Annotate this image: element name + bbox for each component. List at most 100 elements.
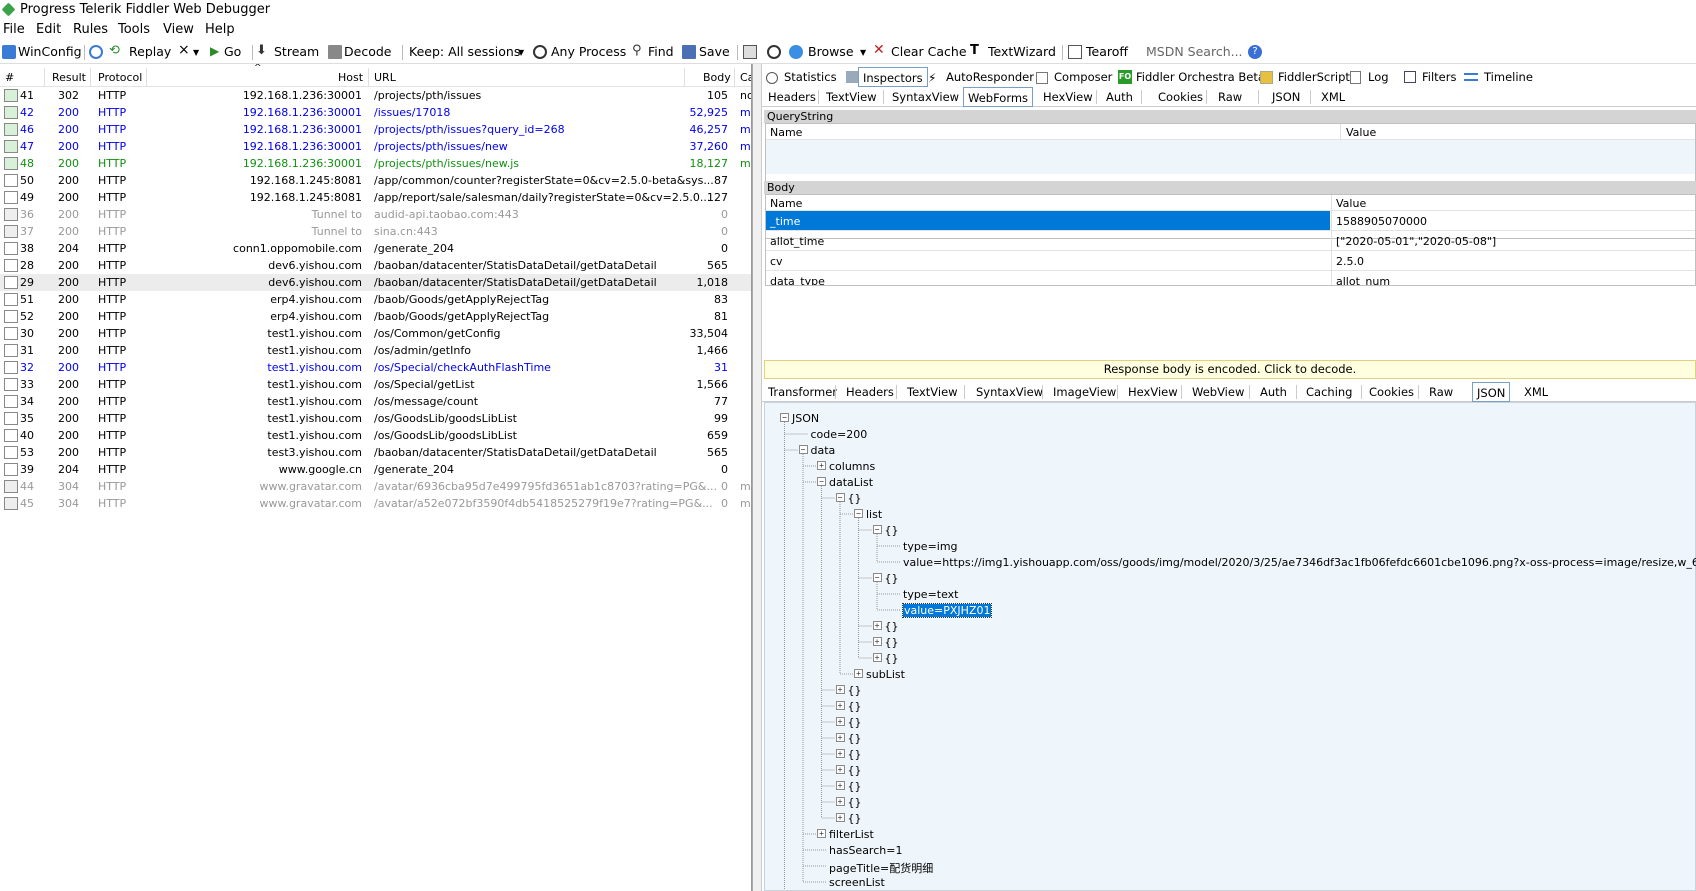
winconfig-button[interactable]: WinConfig	[18, 44, 82, 59]
tab-fiddlerscript[interactable]: FiddlerScript	[1274, 67, 1354, 87]
expand-icon[interactable]: +	[835, 685, 845, 694]
req-tab-textview[interactable]: TextView	[822, 87, 881, 107]
tree-node[interactable]: type=img	[903, 540, 958, 553]
tree-node[interactable]: {}	[848, 732, 862, 745]
msdn-search-input[interactable]: MSDN Search...	[1146, 44, 1243, 59]
session-row[interactable]: 51 200 HTTP erp4.yishou.com/baob/Goods/getA…	[0, 291, 751, 308]
resp-tab-hexview[interactable]: HexView	[1124, 382, 1182, 402]
tree-node[interactable]: {}	[848, 764, 862, 777]
tree-node[interactable]: columns	[829, 460, 875, 473]
resp-tab-auth[interactable]: Auth	[1256, 382, 1291, 402]
collapse-icon[interactable]: −	[872, 525, 882, 534]
session-row[interactable]: 46 200 HTTP 192.168.1.236:30001/projects/pt…	[0, 121, 751, 138]
splitter-handle[interactable]	[752, 64, 762, 891]
browse-button[interactable]: Browse	[808, 44, 854, 59]
session-row[interactable]: 31 200 HTTP test1.yishou.com/os/admin/getIn…	[0, 342, 751, 359]
expand-icon[interactable]: +	[872, 621, 882, 630]
resp-tab-imageview[interactable]: ImageView	[1049, 382, 1120, 402]
collapse-icon[interactable]: −	[854, 509, 863, 518]
save-button[interactable]: Save	[699, 44, 730, 59]
resp-tab-caching[interactable]: Caching	[1302, 382, 1356, 402]
req-tab-raw[interactable]: Raw	[1214, 87, 1246, 107]
tree-node[interactable]: dataList	[829, 476, 873, 489]
menu-edit[interactable]: Edit	[36, 22, 61, 37]
session-row[interactable]: 39 204 HTTP www.google.cn/generate_204 0	[0, 461, 751, 478]
session-row[interactable]: 40 200 HTTP test1.yishou.com/os/GoodsLib/go…	[0, 427, 751, 444]
collapse-icon[interactable]: −	[872, 573, 882, 582]
menu-view[interactable]: View	[163, 22, 194, 37]
expand-icon[interactable]: +	[835, 749, 845, 758]
tree-node[interactable]: pageTitle=配货明细	[829, 860, 933, 876]
collapse-icon[interactable]: −	[817, 477, 826, 486]
resp-tab-headers[interactable]: Headers	[842, 382, 898, 402]
expand-icon[interactable]: +	[817, 461, 826, 470]
tree-node[interactable]: {}	[848, 684, 862, 697]
resp-tab-textview[interactable]: TextView	[903, 382, 962, 402]
tree-node[interactable]: value=PXJHZ01	[901, 603, 993, 618]
session-row[interactable]: 47 200 HTTP 192.168.1.236:30001/projects/pt…	[0, 138, 751, 155]
tab-autoresponder[interactable]: AutoResponder	[942, 67, 1038, 87]
session-row[interactable]: 52 200 HTTP erp4.yishou.com/baob/Goods/getA…	[0, 308, 751, 325]
col-body[interactable]: Body	[703, 71, 731, 84]
resp-tab-webview[interactable]: WebView	[1188, 382, 1248, 402]
tab-statistics[interactable]: Statistics	[780, 67, 841, 87]
req-tab-json[interactable]: JSON	[1268, 87, 1304, 107]
req-tab-xml[interactable]: XML	[1317, 87, 1349, 107]
session-row[interactable]: 35 200 HTTP test1.yishou.com/os/GoodsLib/go…	[0, 410, 751, 427]
tree-node[interactable]: {}	[848, 748, 862, 761]
menu-help[interactable]: Help	[205, 22, 235, 37]
tree-node[interactable]: JSON	[792, 412, 819, 425]
resp-tab-transformer[interactable]: Transformer	[764, 382, 841, 402]
resp-tab-raw[interactable]: Raw	[1425, 382, 1457, 402]
comment-icon[interactable]	[89, 45, 103, 59]
col-number[interactable]: #	[5, 71, 14, 84]
tree-node[interactable]: {}	[885, 636, 899, 649]
col-url[interactable]: URL	[374, 71, 396, 84]
resp-tab-json[interactable]: JSON	[1472, 382, 1511, 402]
collapse-icon[interactable]: −	[780, 413, 789, 422]
tree-node[interactable]: {}	[848, 812, 862, 825]
session-row[interactable]: 49 200 HTTP 192.168.1.245:8081/app/report/s…	[0, 189, 751, 206]
req-tab-auth[interactable]: Auth	[1102, 87, 1137, 107]
tab-filters[interactable]: Filters	[1418, 67, 1460, 87]
textwizard-button[interactable]: TextWizard	[988, 44, 1056, 59]
screenshot-icon[interactable]	[743, 45, 757, 59]
any-process-button[interactable]: Any Process	[551, 44, 626, 59]
expand-icon[interactable]: +	[835, 733, 845, 742]
tree-node[interactable]: {}	[848, 700, 862, 713]
tree-node[interactable]: {}	[848, 780, 862, 793]
session-row[interactable]: 38 204 HTTP conn1.oppomobile.com/generate_2…	[0, 240, 751, 257]
remove-dropdown-icon[interactable]: ▼	[193, 48, 199, 57]
sessions-list[interactable]: # Result Protocol Host URL Body Ca ^ 41 3…	[0, 64, 752, 891]
session-row[interactable]: 33 200 HTTP test1.yishou.com/os/Special/get…	[0, 376, 751, 393]
expand-icon[interactable]: +	[835, 781, 845, 790]
go-button[interactable]: Go	[224, 44, 241, 59]
tree-node[interactable]: {}	[885, 620, 899, 633]
remove-button[interactable]: ×	[178, 42, 190, 58]
tab-composer[interactable]: Composer	[1050, 67, 1116, 87]
help-icon[interactable]: ?	[1248, 45, 1262, 59]
session-row[interactable]: 53 200 HTTP test3.yishou.com/baoban/datacen…	[0, 444, 751, 461]
find-button[interactable]: Find	[648, 44, 674, 59]
session-row[interactable]: 30 200 HTTP test1.yishou.com/os/Common/getC…	[0, 325, 751, 342]
tree-node[interactable]: screenList	[829, 876, 885, 889]
expand-icon[interactable]: +	[872, 637, 882, 646]
tree-node[interactable]: list	[866, 508, 882, 521]
expand-icon[interactable]: +	[817, 829, 826, 838]
collapse-icon[interactable]: −	[835, 493, 845, 502]
col-result[interactable]: Result	[52, 71, 86, 84]
session-row[interactable]: 29 200 HTTP dev6.yishou.com/baoban/datacent…	[0, 274, 751, 291]
expand-icon[interactable]: +	[854, 669, 863, 678]
expand-icon[interactable]: +	[835, 797, 845, 806]
json-tree-view[interactable]: − JSON code=200− data + columns − dataList −{} − l…	[764, 402, 1696, 891]
tree-node[interactable]: {}	[885, 572, 899, 585]
tree-node[interactable]: data	[811, 444, 836, 457]
tab-fiddler-orchestra[interactable]: Fiddler Orchestra Beta	[1132, 67, 1269, 87]
session-row[interactable]: 44 304 HTTP www.gravatar.com/avatar/6936cba…	[0, 478, 751, 495]
session-row[interactable]: 37 200 HTTP Tunnel to sina.cn:443 0	[0, 223, 751, 240]
menu-tools[interactable]: Tools	[118, 22, 150, 37]
session-row[interactable]: 45 304 HTTP www.gravatar.com/avatar/a52e072…	[0, 495, 751, 512]
tree-node[interactable]: subList	[866, 668, 905, 681]
session-row[interactable]: 32 200 HTTP test1.yishou.com/os/Special/che…	[0, 359, 751, 376]
tree-node[interactable]: {}	[885, 652, 899, 665]
